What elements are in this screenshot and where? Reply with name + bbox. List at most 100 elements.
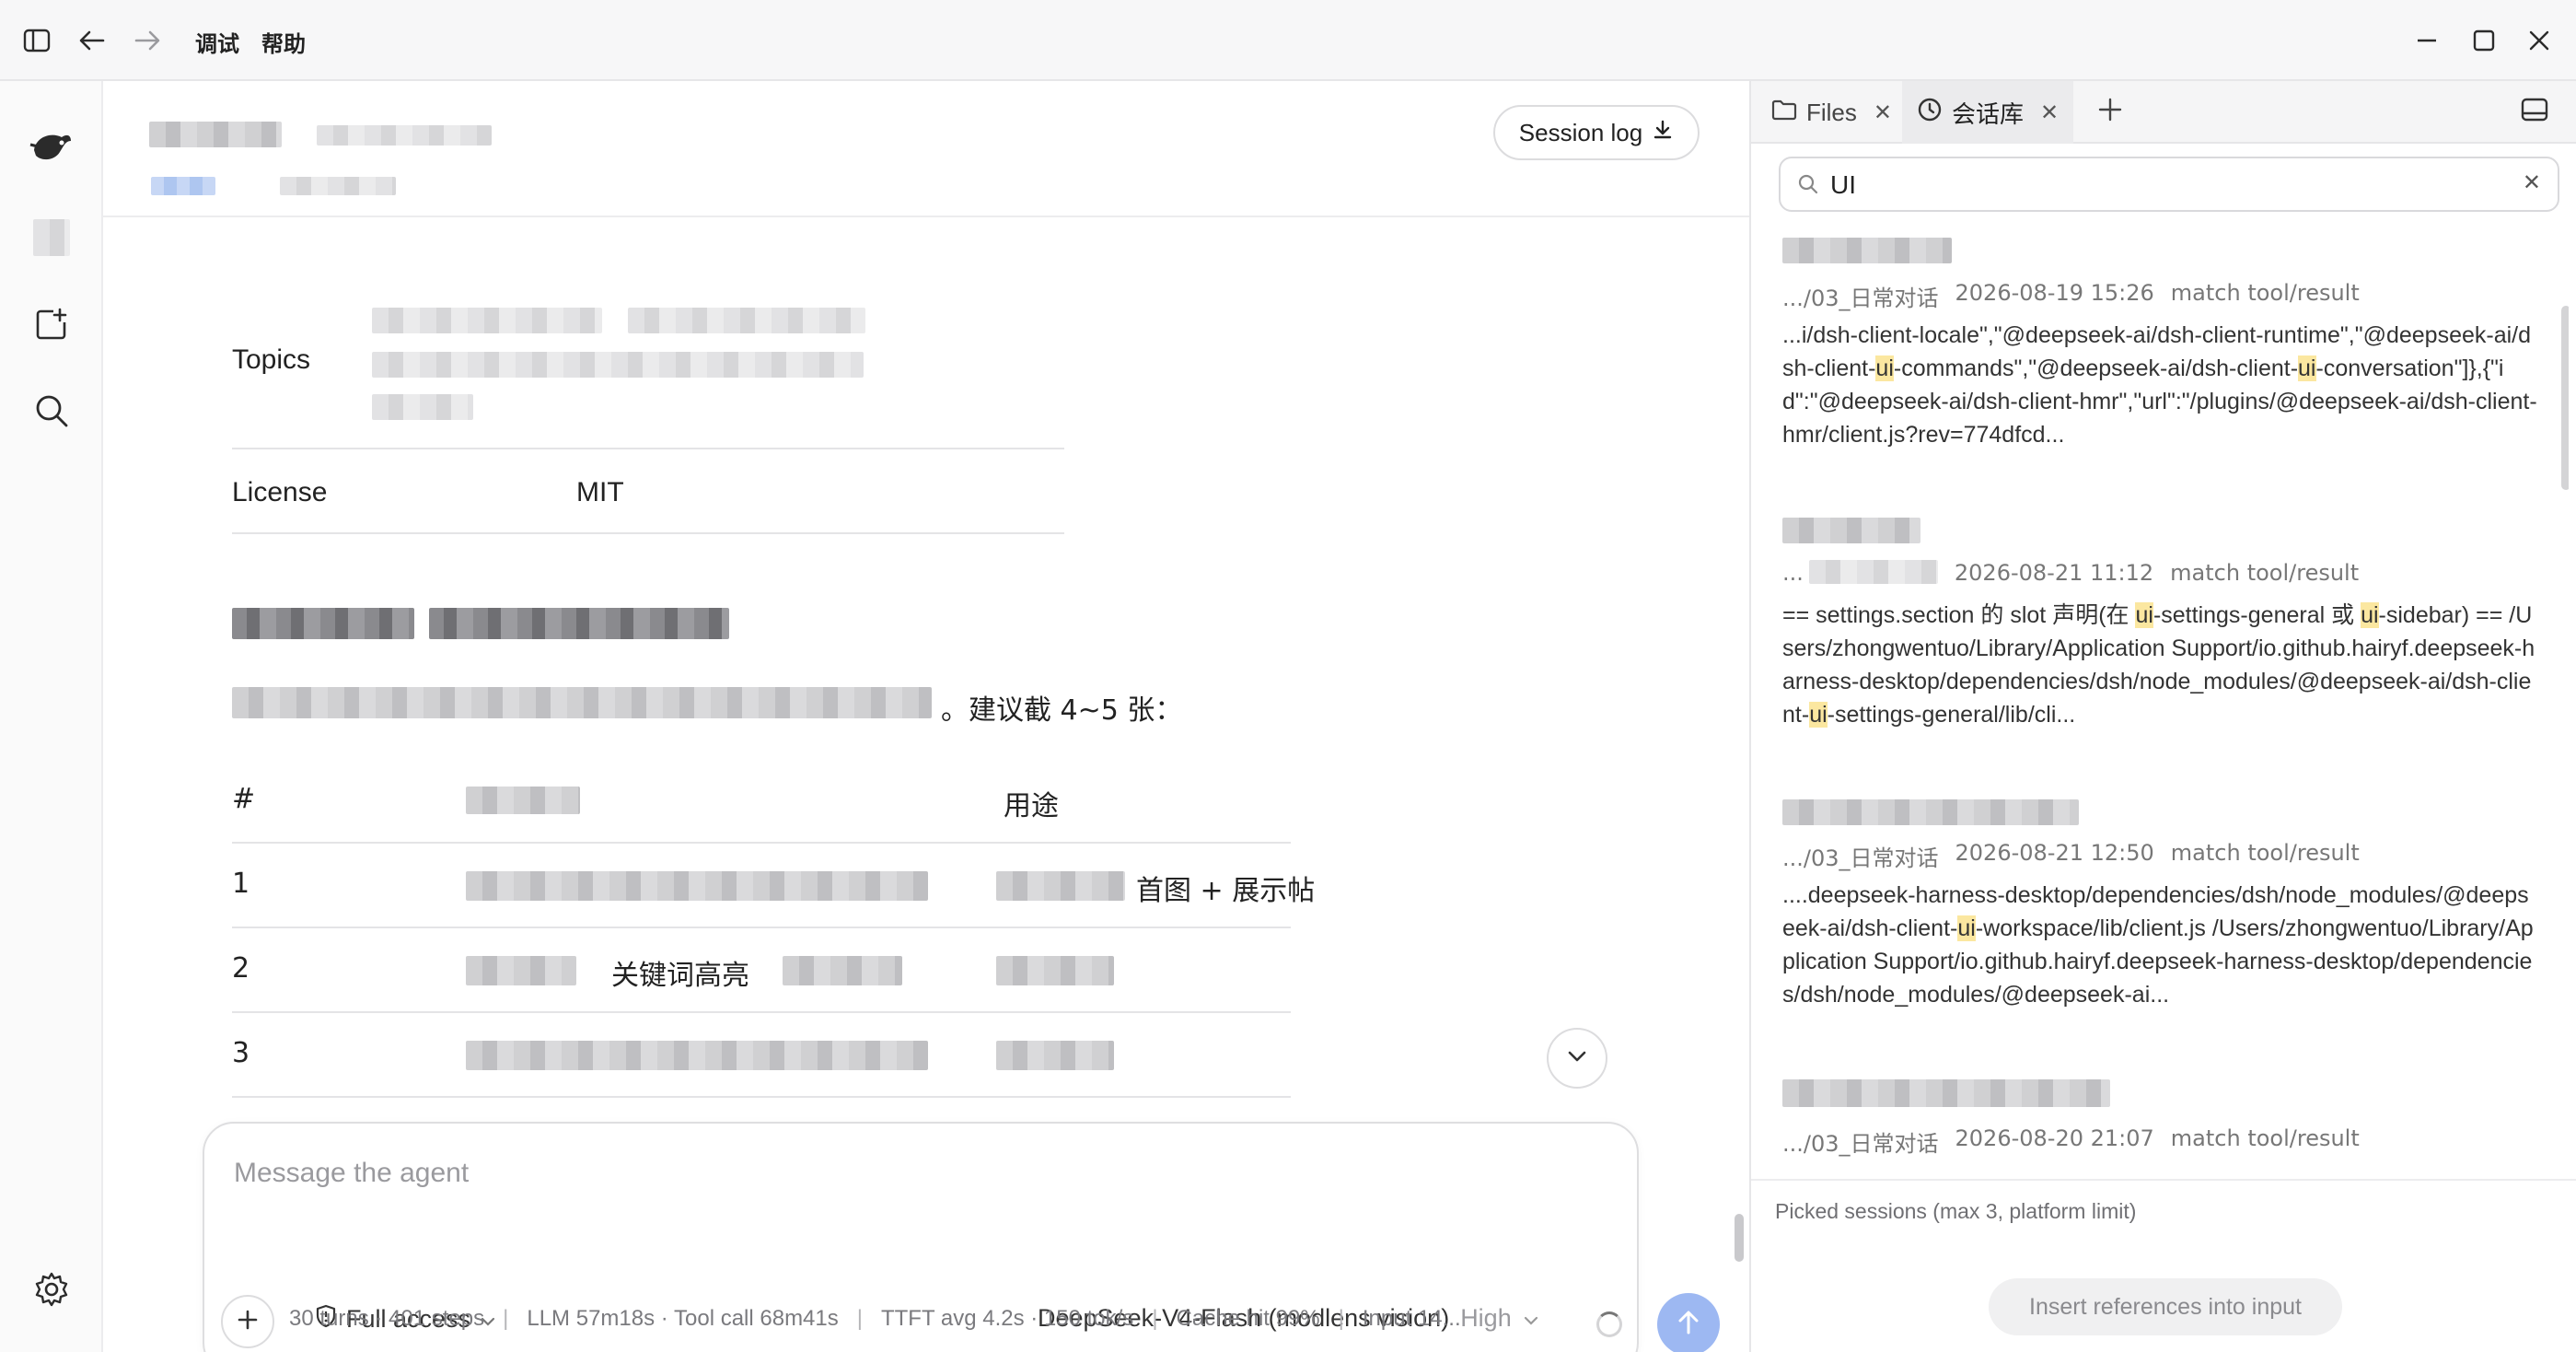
result-title — [1782, 238, 1952, 263]
close-icon[interactable] — [2519, 20, 2559, 61]
scroll-to-bottom-button[interactable] — [1547, 1028, 1607, 1089]
status-ttft: TTFT avg 4.2s · 150 tok/s — [880, 1306, 1134, 1331]
session-log-button[interactable]: Session log — [1493, 105, 1700, 160]
send-button[interactable] — [1657, 1293, 1720, 1352]
result-meta: ... 2026-08-21 11:12 match tool/result — [1782, 560, 2359, 586]
result-title — [1782, 518, 1920, 543]
table-divider — [232, 927, 1291, 928]
row-3-purpose — [996, 1041, 1114, 1070]
result-match: match tool/result — [2170, 840, 2360, 866]
col-purpose-header: 用途 — [1004, 790, 1059, 822]
row-2-screen-end — [783, 956, 902, 985]
forward-arrow-icon[interactable] — [127, 20, 168, 61]
result-time: 2026-08-21 12:50 — [1955, 840, 2154, 866]
close-tab-icon[interactable]: ✕ — [2040, 99, 2059, 126]
settings-gear-icon[interactable] — [26, 1264, 77, 1315]
result-title — [1782, 799, 2079, 825]
row-2-mid: 关键词高亮 — [611, 960, 749, 992]
panel-toggle-button[interactable] — [2506, 81, 2563, 144]
header-tag — [151, 177, 215, 195]
new-folder-icon[interactable] — [26, 212, 77, 263]
new-tab-button[interactable] — [2083, 81, 2138, 144]
insert-references-button[interactable]: Insert references into input — [1989, 1278, 2342, 1335]
status-bar: 30 turns · 401 steps | LLM 57m18s · Tool c… — [289, 1306, 1461, 1331]
redacted-text — [372, 394, 473, 420]
topics-label: Topics — [232, 344, 311, 375]
insert-references-label: Insert references into input — [2029, 1293, 2302, 1320]
redacted-heading — [232, 608, 414, 639]
tab-sessions-label: 会话库 — [1952, 99, 2025, 128]
result-title — [1782, 1079, 2110, 1107]
search-highlight: ui — [1875, 355, 1894, 381]
tab-files[interactable]: Files ✕ — [1757, 81, 1907, 144]
arrow-up-icon — [1676, 1309, 1701, 1341]
chat-header: Session log — [103, 81, 1749, 217]
minimize-icon[interactable] — [2407, 20, 2447, 61]
session-search: ✕ — [1779, 157, 2559, 212]
search-result[interactable]: .../03_日常对话 2026-08-21 12:50 match tool/… — [1782, 788, 2537, 1065]
search-highlight: ui — [2135, 602, 2153, 628]
add-attachment-button[interactable] — [221, 1295, 274, 1348]
session-subtitle — [317, 125, 492, 146]
redacted-paragraph — [232, 687, 932, 718]
picked-sessions-label: Picked sessions (max 3, platform limit) — [1775, 1199, 2137, 1223]
search-highlight: ui — [1809, 702, 1828, 728]
sidebar-toggle-icon[interactable] — [17, 20, 57, 61]
maximize-icon[interactable] — [2464, 20, 2504, 61]
message-input[interactable] — [234, 1149, 1596, 1197]
row-2-screen — [466, 956, 576, 985]
tab-sessions[interactable]: 会话库 ✕ — [1902, 81, 2074, 144]
result-match: match tool/result — [2170, 560, 2360, 586]
row-1-purpose-redacted — [996, 871, 1125, 901]
redacted-text — [628, 308, 865, 333]
session-search-input[interactable] — [1830, 168, 2475, 203]
snippet-text: -settings-general 或 — [2152, 602, 2361, 628]
clear-search-icon[interactable]: ✕ — [2523, 169, 2541, 196]
status-cache: Cache hit 99% — [1176, 1306, 1320, 1331]
loading-spinner-icon — [1596, 1311, 1622, 1337]
search-highlight: ui — [2298, 355, 2316, 381]
snippet-text: -commands","@deepseek-ai/dsh-client- — [1893, 355, 2299, 381]
plus-icon — [2097, 97, 2123, 129]
close-tab-icon[interactable]: ✕ — [1874, 99, 1892, 126]
row-3-num: 3 — [232, 1037, 250, 1069]
search-result[interactable]: .../03_日常对话 2026-08-19 15:26 match tool/… — [1782, 228, 2537, 505]
status-input: Input 14... — [1362, 1306, 1461, 1331]
snippet-text: -settings-general/lib/cli... — [1827, 702, 2076, 728]
result-time: 2026-08-21 11:12 — [1954, 560, 2154, 586]
menu-help[interactable]: 帮助 — [261, 26, 306, 58]
results-scrollbar[interactable] — [2561, 306, 2569, 490]
panel-tabs: Files ✕ 会话库 ✕ — [1751, 81, 2576, 144]
result-path: .../03_日常对话 — [1782, 845, 1939, 871]
search-icon[interactable] — [26, 385, 77, 437]
table-divider — [232, 448, 1064, 449]
title-bar: 调试 帮助 — [0, 0, 2576, 81]
snippet-text: == settings.section 的 slot 声明(在 — [1782, 602, 2136, 628]
search-results: .../03_日常对话 2026-08-19 15:26 match tool/… — [1751, 228, 2569, 1260]
result-path-text: ... — [1782, 560, 1804, 586]
new-chat-icon[interactable] — [26, 298, 77, 350]
row-1-screen — [466, 871, 928, 901]
table-divider — [232, 842, 1291, 844]
result-match: match tool/result — [2170, 280, 2360, 306]
col-num-header: # — [232, 783, 256, 815]
result-path: .../03_日常对话 — [1782, 286, 1939, 311]
result-path: ... — [1782, 560, 1938, 586]
row-1-num: 1 — [232, 868, 250, 900]
header-meta — [280, 177, 396, 195]
row-2-purpose — [996, 956, 1114, 985]
search-result[interactable]: .../03_日常对话 2026-08-20 21:07 match tool/… — [1782, 1068, 2537, 1179]
main-scrollbar[interactable] — [1735, 1214, 1744, 1262]
chevron-down-icon — [1566, 1049, 1588, 1068]
redacted-heading — [429, 608, 729, 639]
tab-files-label: Files — [1806, 98, 1857, 126]
back-arrow-icon[interactable] — [72, 20, 112, 61]
menu-debug[interactable]: 调试 — [195, 26, 239, 58]
search-result[interactable]: ... 2026-08-21 11:12 match tool/result =… — [1782, 508, 2537, 785]
search-highlight: ui — [2361, 602, 2379, 628]
license-label: License — [232, 477, 328, 507]
result-meta: .../03_日常对话 2026-08-20 21:07 match tool/… — [1782, 1125, 2360, 1158]
app-logo-icon[interactable] — [26, 122, 77, 173]
col-screen-header — [466, 787, 580, 814]
row-1-purpose: 首图 + 展示帖 — [1136, 875, 1316, 907]
